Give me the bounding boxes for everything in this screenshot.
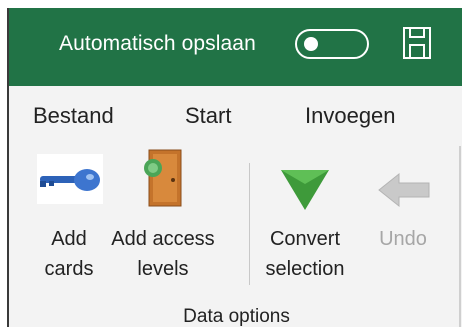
ribbon-edge-separator — [459, 146, 461, 327]
add-access-levels-label-1: Add access — [111, 228, 215, 250]
excel-window: Automatisch opslaan Bestand Start Invoeg… — [7, 8, 462, 327]
add-access-levels-label-2: levels — [137, 258, 189, 280]
autosave-toggle[interactable] — [295, 29, 369, 59]
undo-label: Undo — [379, 228, 427, 250]
toggle-knob — [304, 37, 318, 51]
title-bar: Automatisch opslaan — [9, 8, 462, 86]
menu-start[interactable]: Start — [185, 103, 231, 129]
save-icon[interactable] — [402, 26, 432, 60]
green-triangle-down-icon — [281, 170, 329, 210]
key-icon — [37, 154, 103, 204]
door-icon — [144, 149, 182, 207]
group-label: Data options — [183, 306, 290, 327]
menu-invoegen[interactable]: Invoegen — [305, 103, 396, 129]
undo-arrow-icon — [378, 172, 430, 208]
convert-selection-label-2: selection — [265, 258, 345, 280]
menu-bestand[interactable]: Bestand — [33, 103, 114, 129]
autosave-label: Automatisch opslaan — [59, 32, 256, 55]
